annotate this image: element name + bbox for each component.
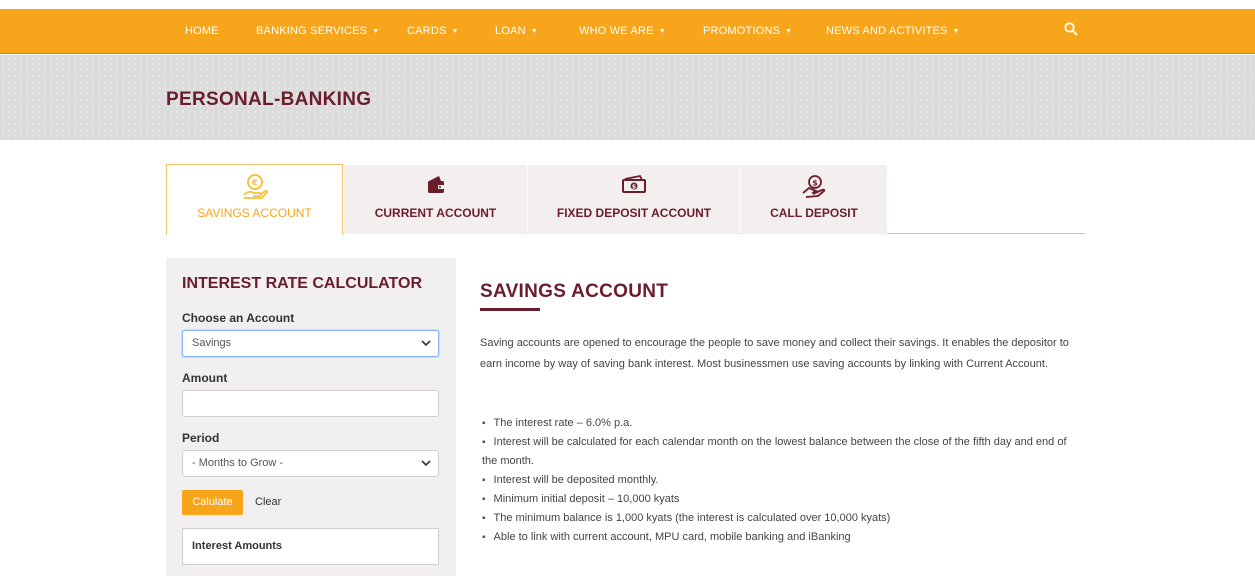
page-title: PERSONAL-BANKING — [166, 89, 372, 110]
chevron-down-icon: ▼ — [658, 28, 666, 35]
period-label: Period — [182, 431, 220, 445]
period-select-value: - Months to Grow - — [192, 457, 284, 469]
list-item: Able to link with current account, MPU c… — [480, 528, 1080, 547]
section-title: SAVINGS ACCOUNT — [480, 281, 669, 302]
nav-news-and-activities[interactable]: NEWS AND ACTIVITES ▼ — [826, 25, 960, 37]
interest-result-box: Interest Amounts — [182, 528, 439, 565]
interest-result-label: Interest Amounts — [192, 540, 283, 552]
chevron-down-icon — [421, 340, 431, 347]
nav-loan[interactable]: LOAN ▼ — [495, 25, 538, 37]
account-label: Choose an Account — [182, 311, 295, 325]
tab-savings-account[interactable]: € SAVINGS ACCOUNT — [166, 164, 343, 235]
nav-cards-label: CARDS — [407, 25, 447, 37]
chevron-down-icon: ▼ — [372, 28, 380, 35]
tab-savings-account-label: SAVINGS ACCOUNT — [197, 206, 312, 220]
nav-home[interactable]: HOME — [185, 25, 219, 37]
nav-cards[interactable]: CARDS ▼ — [407, 25, 459, 37]
clear-button[interactable]: Clear — [255, 490, 281, 515]
tab-current-account-label: CURRENT ACCOUNT — [374, 206, 497, 220]
nav-loan-label: LOAN — [495, 25, 526, 37]
chevron-down-icon: ▼ — [530, 28, 538, 35]
list-item: Minimum initial deposit – 10,000 kyats — [480, 490, 1080, 509]
tab-call-deposit-label: CALL DEPOSIT — [770, 206, 858, 220]
feature-list: The interest rate – 6.0% p.a. Interest w… — [480, 414, 1080, 547]
list-item: Interest will be deposited monthly. — [480, 471, 1080, 490]
search-icon[interactable] — [1063, 21, 1079, 37]
coin-hand-icon: € — [242, 174, 268, 199]
page-banner: PERSONAL-BANKING — [0, 55, 1255, 140]
nav-banking-services[interactable]: BANKING SERVICES ▼ — [256, 25, 379, 37]
svg-text:€: € — [250, 179, 257, 189]
nav-banking-services-label: BANKING SERVICES — [256, 25, 368, 37]
account-select-value: Savings — [192, 337, 232, 349]
svg-text:$: $ — [632, 184, 636, 191]
list-item: Interest will be calculated for each cal… — [480, 433, 1080, 471]
chevron-down-icon — [421, 460, 431, 467]
nav-news-label: NEWS AND ACTIVITES — [826, 25, 948, 37]
chevron-down-icon: ▼ — [785, 28, 793, 35]
title-underline — [480, 308, 540, 311]
chevron-down-icon: ▼ — [952, 28, 960, 35]
nav-promotions[interactable]: PROMOTIONS ▼ — [703, 25, 792, 37]
svg-text:$: $ — [812, 179, 818, 188]
cash-icon: $ — [622, 174, 646, 193]
nav-who-we-are-label: WHO WE ARE — [579, 25, 654, 37]
period-select[interactable]: - Months to Grow - — [182, 450, 439, 477]
section-description: Saving accounts are opened to encourage … — [480, 337, 1069, 370]
wallet-icon — [427, 176, 444, 193]
tab-call-deposit[interactable]: $ CALL DEPOSIT — [741, 165, 887, 234]
money-hand-icon: $ — [802, 175, 826, 198]
nav-home-label: HOME — [185, 25, 219, 37]
tab-fixed-deposit-account[interactable]: $ FIXED DEPOSIT ACCOUNT — [528, 165, 740, 234]
list-item: The interest rate – 6.0% p.a. — [480, 414, 1080, 433]
calculator-title: INTEREST RATE CALCULATOR — [182, 275, 422, 292]
amount-label: Amount — [182, 371, 228, 385]
top-nav-bar: HOME BANKING SERVICES ▼ CARDS ▼ LOAN ▼ WHO … — [0, 9, 1255, 54]
chevron-down-icon: ▼ — [451, 28, 459, 35]
tab-fixed-deposit-label: FIXED DEPOSIT ACCOUNT — [556, 206, 712, 220]
nav-promotions-label: PROMOTIONS — [703, 25, 781, 37]
account-select[interactable]: Savings — [182, 330, 439, 357]
interest-calculator-panel: INTEREST RATE CALCULATOR Choose an Accou… — [166, 258, 456, 576]
nav-who-we-are[interactable]: WHO WE ARE ▼ — [579, 25, 666, 37]
list-item: The minimum balance is 1,000 kyats (the … — [480, 509, 1080, 528]
tab-current-account[interactable]: CURRENT ACCOUNT — [344, 165, 527, 234]
amount-input[interactable] — [182, 390, 439, 417]
calculate-button[interactable]: Calulate — [182, 490, 243, 515]
